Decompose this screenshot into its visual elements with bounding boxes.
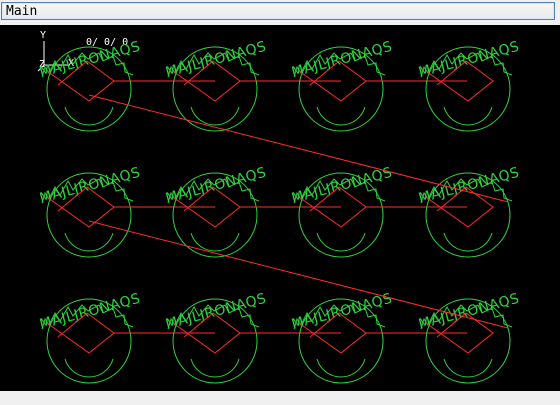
gear-unit-1: MAJLJRONAQS (38, 39, 215, 132)
gear-label: MAJLJRONAQS (164, 165, 268, 207)
gear-hub-arc (190, 358, 240, 378)
gear-unit-9: MAJLJRONAQS (38, 291, 215, 384)
gear-hub-arc (190, 232, 240, 252)
gear-hub-arc (443, 358, 493, 378)
gear-scene: MAJLJRONAQS MAJLJRONAQS MAJLJRONAQS MAJLJRO… (38, 39, 521, 384)
gear-label: MAJLJRONAQS (290, 39, 394, 81)
gear-label: MAJLJRONAQS (417, 39, 521, 81)
gear-label: MAJLJRONAQS (417, 165, 521, 207)
gear-hub-arc (443, 232, 493, 252)
3d-viewport[interactable]: 0/ 0/ 0 Y Z X MAJLJRONAQS MAJLJRONAQS MAJL… (0, 25, 560, 391)
gear-hub-arc (64, 106, 114, 126)
gear-hub-arc (316, 106, 366, 126)
status-strip (0, 391, 560, 405)
gear-label: MAJLJRONAQS (290, 291, 394, 333)
y-axis-label: Y (40, 30, 46, 41)
gear-label: MAJLJRONAQS (417, 291, 521, 333)
gear-unit-6: MAJLJRONAQS (164, 165, 341, 258)
gear-unit-10: MAJLJRONAQS (164, 291, 341, 384)
gear-hub-arc (64, 358, 114, 378)
gear-hub-arc (316, 232, 366, 252)
window-title: Main (6, 4, 38, 19)
gear-hub-arc (443, 106, 493, 126)
gear-unit-11: MAJLJRONAQS (290, 291, 467, 384)
app-window: Main 0/ 0/ 0 Y Z X MAJLJRONAQS MAJLJRONAQ… (0, 0, 560, 405)
gear-label: MAJLJRONAQS (164, 291, 268, 333)
gear-label: MAJLJRONAQS (38, 165, 142, 207)
gear-hub-arc (64, 232, 114, 252)
gear-label: MAJLJRONAQS (38, 291, 142, 333)
gear-unit-4: MAJLJRONAQS (417, 39, 521, 132)
gear-unit-5: MAJLJRONAQS (38, 165, 215, 258)
window-titlebar[interactable]: Main (1, 2, 555, 20)
gear-unit-3: MAJLJRONAQS (290, 39, 467, 132)
viewport-canvas[interactable]: 0/ 0/ 0 Y Z X MAJLJRONAQS MAJLJRONAQS MAJL… (0, 25, 560, 391)
gear-unit-7: MAJLJRONAQS (290, 165, 467, 258)
gear-hub-arc (316, 358, 366, 378)
gear-unit-2: MAJLJRONAQS (164, 39, 341, 132)
gear-hub-arc (190, 106, 240, 126)
gear-unit-8: MAJLJRONAQS (417, 165, 521, 258)
gear-label: MAJLJRONAQS (164, 39, 268, 81)
gear-unit-12: MAJLJRONAQS (417, 291, 521, 384)
gear-label: MAJLJRONAQS (290, 165, 394, 207)
